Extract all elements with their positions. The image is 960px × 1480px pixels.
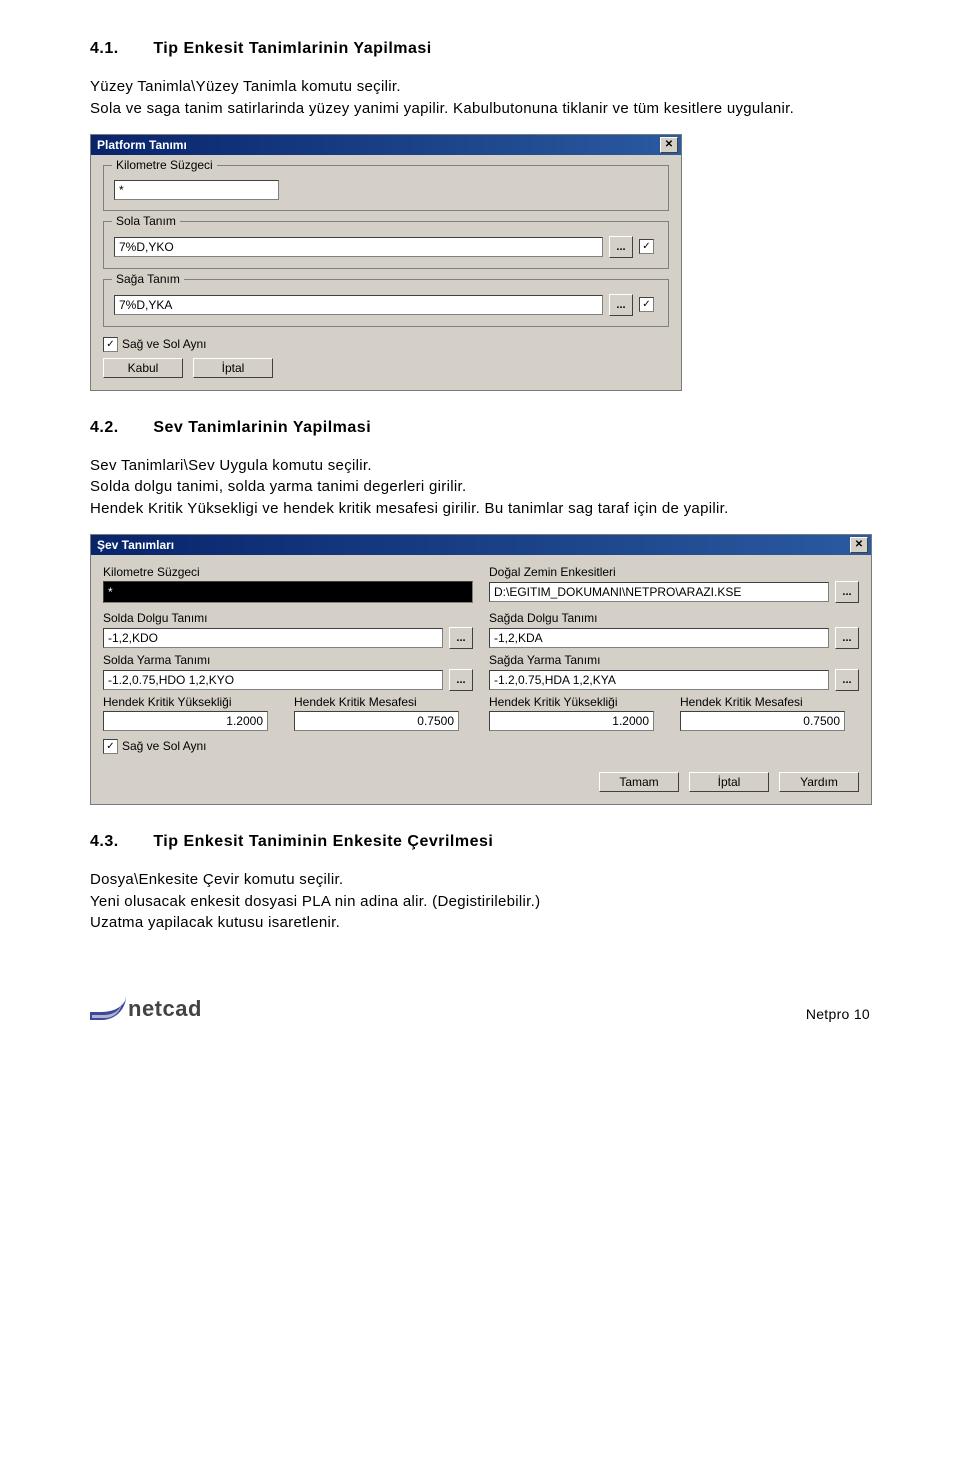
dialog1-titlebar: Platform Tanımı ✕ [91,135,681,155]
sag-yarma-label: Sağda Yarma Tanımı [489,653,859,667]
sag-dolgu-browse[interactable]: ... [835,627,859,649]
sol-yarma-browse[interactable]: ... [449,669,473,691]
sagsol-label-1: Sağ ve Sol Aynı [122,337,207,351]
dialog2-titlebar: Şev Tanımları ✕ [91,535,871,555]
dogal-label: Doğal Zemin Enkesitleri [489,565,859,579]
sola-legend: Sola Tanım [112,214,180,228]
sag-hkh-label: Hendek Kritik Yüksekliği [489,695,668,709]
sag-hkm-input[interactable] [680,711,845,731]
heading-4-1: 4.1. Tip Enkesit Tanimlarinin Yapilmasi [90,40,870,58]
kabul-button[interactable]: Kabul [103,358,183,378]
sag-hkh-input[interactable] [489,711,654,731]
close-icon-2[interactable]: ✕ [850,537,868,553]
sola-fieldset: Sola Tanım ... ✓ [103,221,669,269]
sol-dolgu-input[interactable] [103,628,443,648]
logo-swoosh-icon [90,998,126,1022]
km-input-2[interactable] [103,581,473,603]
sola-input[interactable] [114,237,603,257]
km-legend: Kilometre Süzgeci [112,158,217,172]
sev-tanimlari-dialog: Şev Tanımları ✕ Kilometre Süzgeci Solda … [90,534,872,805]
dogal-input[interactable] [489,582,829,602]
saga-checkbox[interactable]: ✓ [639,297,654,312]
heading-4-2: 4.2. Sev Tanimlarinin Yapilmasi [90,419,870,437]
netcad-logo: netcad [90,996,202,1022]
sag-yarma-input[interactable] [489,670,829,690]
km-label-2: Kilometre Süzgeci [103,565,473,579]
saga-input[interactable] [114,295,603,315]
sola-checkbox[interactable]: ✓ [639,239,654,254]
saga-fieldset: Sağa Tanım ... ✓ [103,279,669,327]
sol-hkm-label: Hendek Kritik Mesafesi [294,695,473,709]
paragraph-2: Sev Tanimlari\Sev Uygula komutu seçilir.… [90,455,870,520]
iptal-button-2[interactable]: İptal [689,772,769,792]
sagsol-checkbox-2[interactable]: ✓ [103,739,118,754]
page-footer: netcad Netpro 10 [0,978,960,1042]
sol-dolgu-browse[interactable]: ... [449,627,473,649]
sagsol-label-2: Sağ ve Sol Aynı [122,739,207,753]
heading-4-3: 4.3. Tip Enkesit Taniminin Enkesite Çevr… [90,833,870,851]
heading-num: 4.1. [90,40,119,57]
tamam-button[interactable]: Tamam [599,772,679,792]
sola-browse-button[interactable]: ... [609,236,633,258]
logo-text: netcad [128,996,202,1022]
sol-yarma-input[interactable] [103,670,443,690]
sol-dolgu-label: Solda Dolgu Tanımı [103,611,473,625]
heading-num-3: 4.3. [90,833,119,850]
sag-dolgu-input[interactable] [489,628,829,648]
sol-yarma-label: Solda Yarma Tanımı [103,653,473,667]
heading-title: Tip Enkesit Tanimlarinin Yapilmasi [153,40,431,57]
sagsol-checkbox-1[interactable]: ✓ [103,337,118,352]
heading-title-2: Sev Tanimlarinin Yapilmasi [153,419,371,436]
close-icon[interactable]: ✕ [660,137,678,153]
platform-tanimi-dialog: Platform Tanımı ✕ Kilometre Süzgeci Sola… [90,134,682,391]
sol-hkm-input[interactable] [294,711,459,731]
yardim-button[interactable]: Yardım [779,772,859,792]
iptal-button-1[interactable]: İptal [193,358,273,378]
sag-dolgu-label: Sağda Dolgu Tanımı [489,611,859,625]
dogal-browse[interactable]: ... [835,581,859,603]
sag-yarma-browse[interactable]: ... [835,669,859,691]
sag-hkm-label: Hendek Kritik Mesafesi [680,695,859,709]
heading-num-2: 4.2. [90,419,119,436]
page-number: Netpro 10 [806,1006,870,1022]
heading-title-3: Tip Enkesit Taniminin Enkesite Çevrilmes… [153,833,493,850]
saga-browse-button[interactable]: ... [609,294,633,316]
km-input[interactable] [114,180,279,200]
km-fieldset: Kilometre Süzgeci [103,165,669,211]
paragraph-3: Dosya\Enkesite Çevir komutu seçilir. Yen… [90,869,870,934]
saga-legend: Sağa Tanım [112,272,184,286]
paragraph-1: Yüzey Tanimla\Yüzey Tanimla komutu seçil… [90,76,870,120]
sol-hkh-label: Hendek Kritik Yüksekliği [103,695,282,709]
sol-hkh-input[interactable] [103,711,268,731]
dialog2-title: Şev Tanımları [97,538,174,552]
dialog1-title: Platform Tanımı [97,138,187,152]
